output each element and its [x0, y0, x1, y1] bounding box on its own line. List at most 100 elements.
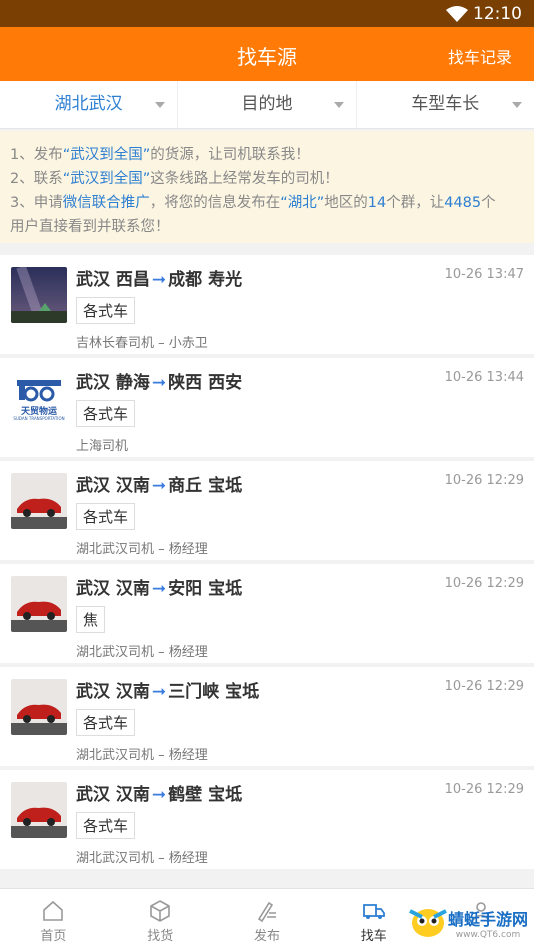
vehicle-type-filter[interactable]: 车型车长 — [357, 81, 534, 128]
tab-find-goods-label: 找货 — [147, 929, 174, 944]
route-from: 武汉 汉南 — [76, 682, 150, 702]
route-from: 武汉 静海 — [76, 373, 150, 393]
route-to: 商丘 宝坻 — [168, 476, 243, 496]
chevron-down-icon — [511, 102, 522, 108]
thumbnail-car — [11, 679, 67, 735]
timestamp: 10-26 13:44 — [444, 370, 524, 385]
list-item[interactable]: 武汉 汉南 ➞ 三门峡 宝坻 各式车 湖北武汉司机 – 杨经理 10-26 12:2… — [0, 667, 534, 766]
route-to: 鹤壁 宝坻 — [168, 785, 243, 805]
route: 武汉 西昌 ➞ 成都 寿光 — [76, 265, 242, 290]
tab-find-goods[interactable]: 找货 — [107, 889, 214, 950]
arrow-right-icon: ➞ — [151, 579, 167, 599]
notice-line-3: 3、申请微信联合推广，将您的信息发布在“湖北”地区的14个群，让4485个 — [10, 191, 524, 215]
arrow-right-icon: ➞ — [151, 373, 167, 393]
timestamp: 10-26 12:29 — [444, 679, 524, 694]
truck-icon — [362, 904, 385, 919]
notice-text: 个 — [481, 195, 496, 211]
route-to: 成都 寿光 — [168, 270, 243, 290]
list-item[interactable]: 武汉 西昌 ➞ 成都 寿光 各式车 吉林长春司机 – 小赤卫 10-26 13:47 — [0, 255, 534, 354]
wechat-promo-link[interactable]: 微信联合推广 — [63, 195, 150, 211]
list-item[interactable]: 武汉 汉南 ➞ 商丘 宝坻 各式车 湖北武汉司机 – 杨经理 10-26 12:29 — [0, 461, 534, 560]
driver-info: 湖北武汉司机 – 杨经理 — [76, 542, 208, 557]
driver-info: 上海司机 — [76, 439, 129, 454]
status-bar: 12:10 — [0, 0, 534, 27]
notice-text: 的货源，让司机联系我！ — [150, 147, 310, 163]
vehicle-tag: 各式车 — [76, 503, 136, 530]
dragonfly-logo-icon — [409, 909, 447, 937]
tab-publish-label: 发布 — [253, 929, 280, 944]
tab-publish[interactable]: 发布 — [214, 889, 321, 950]
logo-subtext: SUDAN TRANSPORTATION — [13, 416, 65, 421]
origin-filter-label: 湖北武汉 — [54, 94, 123, 114]
watermark-name: 蜻蜓手游网 — [447, 910, 528, 929]
route-from: 武汉 西昌 — [76, 270, 150, 290]
contact-route-link[interactable]: “武汉到全国” — [63, 171, 151, 187]
home-icon — [43, 900, 64, 921]
notice-text: 2、联系 — [10, 171, 63, 187]
destination-filter-label: 目的地 — [241, 94, 293, 114]
thumbnail-car — [11, 473, 67, 529]
tab-find-vehicle-label: 找车 — [360, 929, 387, 944]
arrow-right-icon: ➞ — [151, 270, 167, 290]
route-from: 武汉 汉南 — [76, 476, 150, 496]
timestamp: 10-26 12:29 — [444, 473, 524, 488]
notice-text: 个群，让 — [386, 195, 445, 211]
notice-text: ，将您的信息发布在 — [149, 195, 281, 211]
list-item[interactable]: 天贸物运 SUDAN TRANSPORTATION 武汉 静海 ➞ 陕西 西安 各式… — [0, 358, 534, 457]
vehicle-type-filter-label: 车型车长 — [411, 94, 480, 114]
route: 武汉 静海 ➞ 陕西 西安 — [76, 368, 242, 393]
vehicle-tag: 各式车 — [76, 400, 136, 427]
chevron-down-icon — [155, 102, 166, 108]
publish-route-link[interactable]: “武汉到全国” — [63, 147, 151, 163]
route-to: 安阳 宝坻 — [168, 579, 243, 599]
wifi-icon — [446, 6, 468, 22]
notice-group-count: 14 — [367, 195, 387, 211]
status-time: 12:10 — [473, 4, 522, 24]
list-item[interactable]: 武汉 汉南 ➞ 安阳 宝坻 焦 湖北武汉司机 – 杨经理 10-26 12:29 — [0, 564, 534, 663]
driver-info: 湖北武汉司机 – 杨经理 — [76, 851, 208, 866]
notice-text: 这条线路上经常发车的司机！ — [150, 171, 339, 187]
watermark-url: www.QT6.com — [455, 930, 521, 940]
arrow-right-icon: ➞ — [151, 785, 167, 805]
route-from: 武汉 汉南 — [76, 579, 150, 599]
tab-home[interactable]: 首页 — [0, 889, 107, 950]
timestamp: 10-26 13:47 — [444, 267, 524, 282]
notice-line-4: 用户直接看到并联系您！ — [10, 219, 170, 235]
notice-text: 地区的 — [324, 195, 368, 211]
route: 武汉 汉南 ➞ 三门峡 宝坻 — [76, 677, 259, 702]
notice-line-2: 2、联系“武汉到全国”这条线路上经常发车的司机！ — [10, 167, 524, 191]
car-history-button[interactable]: 找车记录 — [448, 44, 512, 68]
vehicle-tag: 各式车 — [76, 297, 136, 324]
origin-filter[interactable]: 湖北武汉 — [0, 81, 179, 128]
driver-info: 湖北武汉司机 – 杨经理 — [76, 645, 208, 660]
timestamp: 10-26 12:29 — [444, 576, 524, 591]
list-item[interactable]: 武汉 汉南 ➞ 鹤壁 宝坻 各式车 湖北武汉司机 – 杨经理 10-26 12:29 — [0, 770, 534, 869]
route: 武汉 汉南 ➞ 安阳 宝坻 — [76, 574, 242, 599]
thumbnail-night-sky — [11, 267, 67, 323]
notice-region: “湖北” — [280, 195, 325, 211]
vehicle-tag: 各式车 — [76, 709, 136, 736]
route: 武汉 汉南 ➞ 鹤壁 宝坻 — [76, 780, 242, 805]
arrow-right-icon: ➞ — [151, 476, 167, 496]
vehicle-tag: 各式车 — [76, 812, 136, 839]
filter-bar: 湖北武汉 目的地 车型车长 — [0, 81, 534, 129]
chevron-down-icon — [333, 102, 344, 108]
box-icon — [150, 900, 170, 922]
destination-filter[interactable]: 目的地 — [178, 81, 357, 128]
watermark: 蜻蜓手游网 www.QT6.com — [408, 905, 528, 941]
timestamp: 10-26 12:29 — [444, 782, 524, 797]
tab-home-label: 首页 — [40, 929, 67, 944]
thumbnail-logo: 天贸物运 SUDAN TRANSPORTATION — [11, 370, 67, 426]
route-to: 三门峡 宝坻 — [168, 682, 260, 702]
route: 武汉 汉南 ➞ 商丘 宝坻 — [76, 471, 242, 496]
pen-icon — [257, 901, 276, 923]
vehicle-list: 武汉 西昌 ➞ 成都 寿光 各式车 吉林长春司机 – 小赤卫 10-26 13:47… — [0, 255, 534, 873]
notice-panel: 1、发布“武汉到全国”的货源，让司机联系我！ 2、联系“武汉到全国”这条线路上经… — [0, 131, 534, 243]
vehicle-tag: 焦 — [76, 606, 106, 633]
arrow-right-icon: ➞ — [151, 682, 167, 702]
route-from: 武汉 汉南 — [76, 785, 150, 805]
notice-line-1: 1、发布“武汉到全国”的货源，让司机联系我！ — [10, 143, 524, 167]
thumbnail-car — [11, 576, 67, 632]
driver-info: 湖北武汉司机 – 杨经理 — [76, 748, 208, 763]
thumbnail-car — [11, 782, 67, 838]
